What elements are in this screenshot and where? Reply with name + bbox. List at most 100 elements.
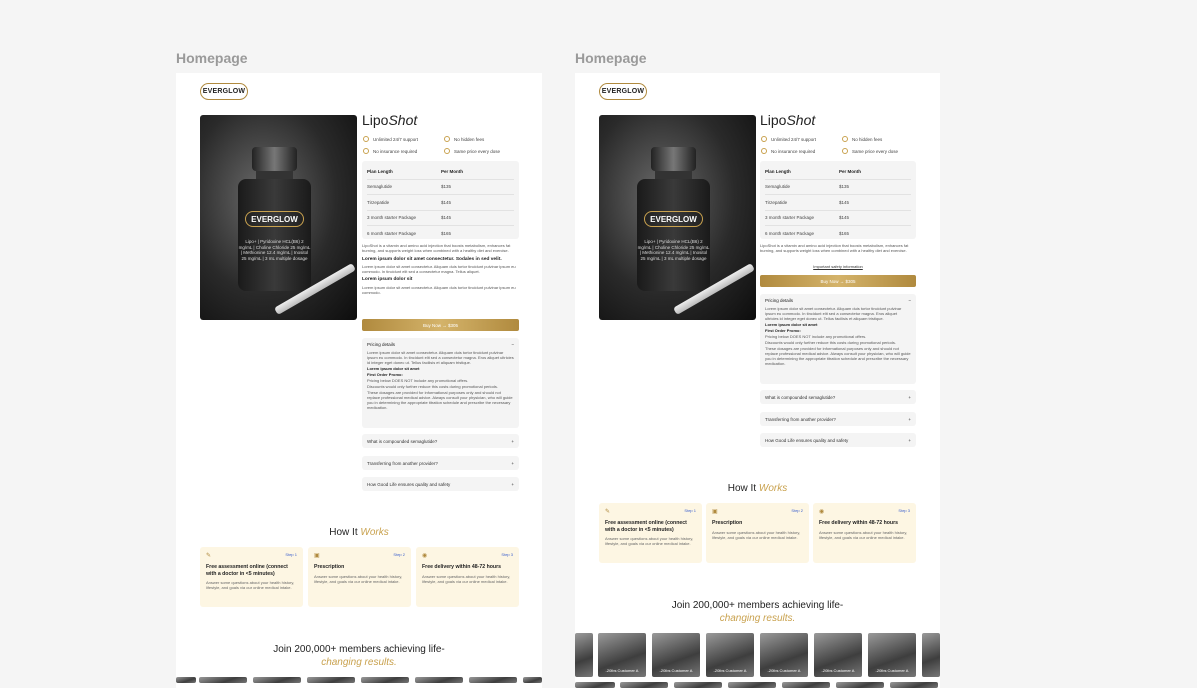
step-title: Prescription <box>712 520 743 526</box>
testimonial-thumb[interactable]: -20lbs Customer A <box>760 633 808 677</box>
buy-now-button[interactable]: Buy Now → $305 <box>760 275 916 287</box>
feature-fees: No hidden fees <box>444 136 484 142</box>
testimonial-thumb[interactable]: -20lbs Customer A <box>706 633 754 677</box>
testimonial-thumb[interactable] <box>523 677 542 683</box>
step-card: Step 2 ▣ Prescription Answer some questi… <box>706 503 809 563</box>
heading-main: How It <box>329 527 361 538</box>
testimonial-thumb[interactable] <box>199 677 247 683</box>
step-title: Free delivery within 48-72 hours <box>422 564 501 570</box>
laptop-icon: ✎ <box>206 553 212 559</box>
faq-item[interactable]: How Good Life ensures quality and safety… <box>362 477 519 491</box>
faq-item[interactable]: Transferring from another provider? + <box>760 412 916 426</box>
faq-item[interactable]: What is compounded semaglutide? + <box>362 434 519 448</box>
truck-icon: ◉ <box>819 509 825 515</box>
feature-support: Unlimited 24/7 support <box>761 136 816 142</box>
feature-label: No hidden fees <box>454 136 485 142</box>
details-subheading: First Order Promo: <box>367 372 403 377</box>
faq-item[interactable]: How Good Life ensures quality and safety… <box>760 433 916 447</box>
testimonial-thumb[interactable]: -20lbs Customer A <box>868 633 916 677</box>
feature-price: Same price every dose <box>444 148 500 154</box>
plus-icon: + <box>908 437 911 443</box>
step-number: Step 1 <box>285 552 297 557</box>
details-subheading: Lorem ipsum dolor sit amet <box>765 322 818 327</box>
product-title: LipoShot <box>362 112 417 128</box>
join-heading: Join 200,000+ members achieving life- ch… <box>176 643 542 669</box>
plus-icon: + <box>908 394 911 400</box>
document-icon: ▣ <box>712 509 718 515</box>
step-card: Step 2 ▣ Prescription Answer some questi… <box>308 547 411 607</box>
step-title: Free assessment online (connect with a d… <box>206 564 288 577</box>
plan-name: Tirzepatide <box>367 199 390 205</box>
pricing-row: Tirzepatide $145 <box>367 195 514 211</box>
step-number: Step 3 <box>898 508 910 513</box>
pricing-header: Plan Length <box>765 168 791 174</box>
shield-icon <box>761 148 767 154</box>
testimonial-thumb[interactable] <box>836 682 884 688</box>
plan-name: 6 month starter Package <box>367 231 417 237</box>
pricing-table: Plan Length Per Month Semaglutide $135 Tir… <box>760 161 916 239</box>
testimonial-thumb[interactable] <box>922 633 940 677</box>
faq-item[interactable]: Transferring from another provider? + <box>362 456 519 470</box>
pricing-row: 6 month starter Package $165 <box>367 226 514 242</box>
receipt-icon <box>842 136 848 142</box>
testimonial-thumb[interactable] <box>728 682 776 688</box>
testimonial-thumb[interactable] <box>253 677 301 683</box>
accordion-title: Pricing details <box>765 298 794 303</box>
testimonial-thumb[interactable]: -20lbs Customer A <box>814 633 862 677</box>
heading-main: How It <box>727 483 759 494</box>
plus-icon: + <box>511 460 514 466</box>
vial-brand-label: EVERGLOW <box>644 211 703 227</box>
testimonial-thumb[interactable] <box>782 682 830 688</box>
feature-support: Unlimited 24/7 support <box>363 136 418 142</box>
join-heading: Join 200,000+ members achieving life- ch… <box>575 599 940 625</box>
feature-label: No hidden fees <box>852 136 883 142</box>
product-title-main: Lipo <box>760 112 787 128</box>
feature-label: Same price every dose <box>852 148 899 154</box>
step-card: Step 1 ✎ Free assessment online (connect… <box>599 503 702 563</box>
plus-icon: + <box>511 438 514 444</box>
vial-body <box>238 179 311 291</box>
logo[interactable]: EVERGLOW <box>599 83 647 100</box>
pricing-header: Per Month <box>441 168 463 174</box>
step-number: Step 3 <box>501 552 513 557</box>
pricing-row: Semaglutide $135 <box>367 180 514 195</box>
testimonial-thumb[interactable] <box>674 682 722 688</box>
heading-italic: Works <box>758 483 788 494</box>
accordion-header[interactable]: Pricing details − <box>367 342 514 347</box>
document-icon: ▣ <box>314 553 320 559</box>
vial-label-text: Lipo+ | Pyridoxine HCL(B6) 2 mg/mL | Cho… <box>637 239 710 261</box>
pricing-table: Plan Length Per Month Semaglutide $135 Tir… <box>362 161 519 239</box>
testimonial-thumb[interactable] <box>469 677 517 683</box>
testimonial-thumb[interactable]: -20lbs Customer A <box>598 633 646 677</box>
testimonial-thumb[interactable] <box>307 677 355 683</box>
plan-name: 6 month starter Package <box>765 231 815 237</box>
faq-question: How Good Life ensures quality and safety <box>765 437 849 443</box>
step-desc: Answer some questions about your health … <box>422 573 511 584</box>
safety-info-link[interactable]: Important safety information <box>760 264 916 269</box>
testimonial-thumb[interactable]: -20lbs Customer A <box>652 633 700 677</box>
buy-now-button[interactable]: Buy Now → $305 <box>362 319 519 331</box>
feature-label: Unlimited 24/7 support <box>771 136 817 142</box>
testimonial-thumb[interactable] <box>620 682 668 688</box>
testimonial-thumb[interactable] <box>575 682 615 688</box>
plus-icon: + <box>511 481 514 487</box>
frame-title: Homepage <box>575 50 647 66</box>
accordion-header[interactable]: Pricing details − <box>765 298 911 303</box>
testimonial-thumb[interactable] <box>415 677 463 683</box>
testimonial-thumb[interactable] <box>890 682 938 688</box>
details-text: Lorem ipsum dolor sit amet consectetur. … <box>765 306 902 321</box>
plan-price: $165 <box>839 231 850 237</box>
pricing-row: 6 month starter Package $165 <box>765 226 911 242</box>
logo[interactable]: EVERGLOW <box>200 83 248 100</box>
testimonial-thumb[interactable] <box>361 677 409 683</box>
details-text: These dosages are provided for informati… <box>765 346 911 366</box>
step-number: Step 1 <box>684 508 696 513</box>
testimonial-thumb[interactable] <box>176 677 196 683</box>
accordion-title: Pricing details <box>367 342 396 347</box>
step-desc: Answer some questions about your health … <box>712 529 801 540</box>
faq-item[interactable]: What is compounded semaglutide? + <box>760 390 916 404</box>
step-desc: Answer some questions about your health … <box>605 536 694 546</box>
plan-price: $135 <box>839 184 850 190</box>
product-image: EVERGLOW Lipo+ | Pyridoxine HCL(B6) 2 mg… <box>599 115 756 320</box>
testimonial-thumb[interactable] <box>575 633 593 677</box>
